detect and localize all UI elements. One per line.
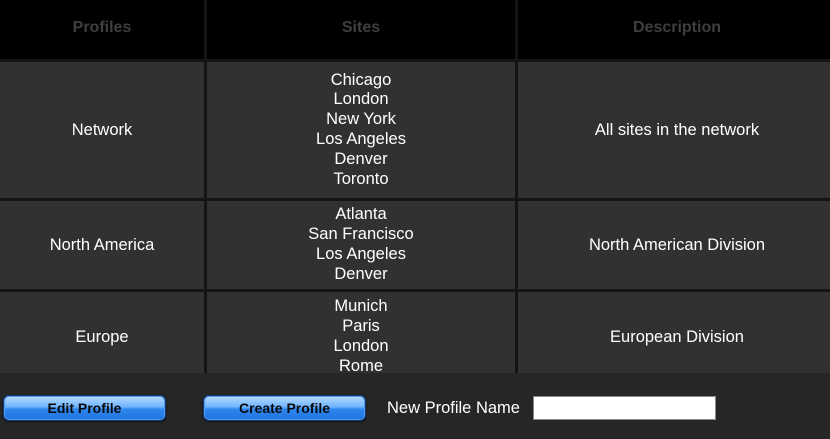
table-row-europe-profile[interactable]: Europe <box>0 292 204 382</box>
table-row-network-profile[interactable]: Network <box>0 62 204 198</box>
profile-toolbar: Edit Profile Create Profile New Profile … <box>0 373 830 439</box>
site-item: Los Angeles <box>316 130 406 148</box>
table-row-north-america-profile[interactable]: North America <box>0 201 204 289</box>
site-item: Atlanta <box>335 205 387 224</box>
table-row-north-america-description[interactable]: North American Division <box>518 201 830 289</box>
site-item: Paris <box>342 317 380 336</box>
table-row-north-america-sites[interactable]: Atlanta San Francisco Los Angeles Denver <box>207 201 515 289</box>
table-row-europe-sites[interactable]: Munich Paris London Rome <box>207 292 515 382</box>
site-item: Toronto <box>333 169 389 188</box>
column-header-profiles[interactable]: Profiles <box>0 0 204 59</box>
new-profile-name-label: New Profile Name <box>387 399 520 417</box>
profiles-page: Profiles Sites Description Network Chica… <box>0 0 830 439</box>
site-item: Denver <box>334 264 388 283</box>
site-item: Denver <box>334 149 388 168</box>
table-row-europe-description[interactable]: European Division <box>518 292 830 382</box>
table-row-network-sites[interactable]: Chicago London New York Los Angeles Denv… <box>207 62 515 198</box>
column-header-sites[interactable]: Sites <box>207 0 515 59</box>
create-profile-button[interactable]: Create Profile <box>203 395 366 421</box>
site-item: Chicago <box>330 70 392 89</box>
site-item: Los Angeles <box>316 245 406 263</box>
site-item: San Francisco <box>308 225 414 244</box>
edit-profile-button[interactable]: Edit Profile <box>3 395 166 421</box>
profiles-table: Profiles Sites Description Network Chica… <box>0 0 830 382</box>
site-item: Munich <box>334 297 388 316</box>
site-item: London <box>333 337 389 355</box>
table-row-network-description[interactable]: All sites in the network <box>518 62 830 198</box>
new-profile-name-input[interactable] <box>533 396 716 420</box>
column-header-description[interactable]: Description <box>518 0 830 59</box>
site-item: New York <box>326 110 396 129</box>
site-item: London <box>333 90 389 109</box>
